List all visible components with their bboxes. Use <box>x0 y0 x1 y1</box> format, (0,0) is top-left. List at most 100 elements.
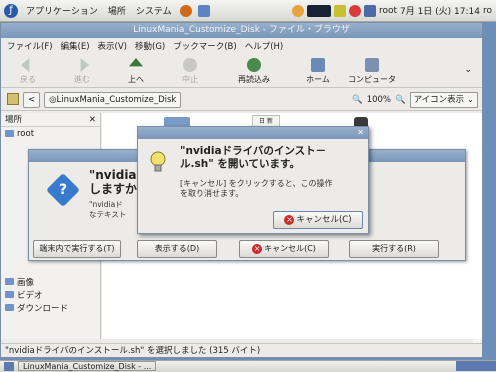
cancel-button[interactable]: × キャンセル(C) <box>273 211 363 229</box>
button-label: 実行する(R) <box>372 244 416 253</box>
clock[interactable]: 7月 1日 (火) 17:14 <box>400 4 480 17</box>
window-title: LinuxMania_Customize_Disk - ファイル・ブラウザ <box>133 25 350 35</box>
up-icon <box>129 58 143 67</box>
stop-icon <box>183 58 197 72</box>
home-label: ホーム <box>306 75 330 84</box>
file-icon-label: 日 新 <box>259 118 273 125</box>
window-titlebar[interactable]: LinuxMania_Customize_Disk - ファイル・ブラウザ <box>1 23 482 38</box>
taskbar-item[interactable]: LinuxMania_Customize_Disk - ... <box>18 361 157 371</box>
sidebar-item-pictures[interactable]: 画像 <box>1 275 34 288</box>
sidebar-header-label: 場所 <box>5 115 23 125</box>
back-button[interactable]: 戻る <box>1 58 55 85</box>
forward-button[interactable]: 進む <box>55 58 109 85</box>
dialog-titlebar[interactable]: ✕ <box>138 127 368 139</box>
cancel-button-label: キャンセル(C) <box>296 215 352 225</box>
menu-file[interactable]: ファイル(F) <box>7 40 53 52</box>
up-button[interactable]: 上へ <box>109 58 163 85</box>
back-icon <box>21 58 30 72</box>
menubar: ファイル(F) 編集(E) 表示(V) 移動(G) ブックマーク(B) ヘルプ(… <box>1 38 482 54</box>
status-text: "nvidiaドライバのインストール.sh" を選択しました (315 バイト) <box>5 346 261 356</box>
location-bar: < ◎LinuxMania_Customize_Disk 🔍 100% 🔍 アイ… <box>1 89 482 111</box>
menu-help[interactable]: ヘルプ(H) <box>245 40 284 52</box>
dialog-heading-line: "nvidia <box>89 168 137 182</box>
reload-label: 再読込み <box>238 75 270 84</box>
edit-location-icon[interactable] <box>7 93 19 105</box>
reload-button[interactable]: 再読込み <box>227 58 281 85</box>
menu-go[interactable]: 移動(G) <box>135 40 165 52</box>
sidebar-item-label: ビデオ <box>17 290 43 301</box>
breadcrumb-current[interactable]: ◎LinuxMania_Customize_Disk <box>44 91 182 108</box>
sidebar-item-label: ダウンロード <box>17 303 69 314</box>
dialog-body: [キャンセル] をクリックすると、この操作 を取り消せます。 <box>180 179 332 199</box>
sidebar-header[interactable]: 場所 ✕ <box>1 113 100 127</box>
zoom-in-icon[interactable]: 🔍 <box>395 95 406 105</box>
folder-icon <box>5 304 14 311</box>
update-notifier-icon[interactable] <box>348 4 361 17</box>
sidebar-item-label: 画像 <box>17 277 35 288</box>
menu-system[interactable]: システム <box>134 4 174 17</box>
view-mode-select[interactable]: アイコン表示 ⌄ <box>409 91 478 108</box>
menu-edit[interactable]: 編集(E) <box>61 40 90 52</box>
toolbar-overflow-chevron-icon[interactable]: ⌄ <box>464 65 472 75</box>
user-icon <box>363 4 376 17</box>
desktop-logo: iA <box>472 336 481 346</box>
stop-label: 中止 <box>182 75 198 84</box>
stop-button[interactable]: 中止 <box>163 58 217 85</box>
forward-label: 進む <box>74 75 90 84</box>
cancel-icon: × <box>252 243 263 254</box>
run-in-terminal-button[interactable]: 端末内で実行する(T) <box>33 240 121 258</box>
breadcrumb-left-arrow[interactable]: < <box>23 91 41 108</box>
up-label: 上へ <box>128 75 144 84</box>
clock-suffix: ro <box>482 5 492 16</box>
sidebar-item-root[interactable]: root <box>1 127 100 140</box>
dialog-heading: "nvidia しますか <box>89 168 137 196</box>
cancel-icon: × <box>284 214 295 225</box>
dialog-body-line: "nvidiaド <box>89 200 123 209</box>
show-desktop-icon[interactable] <box>4 362 14 371</box>
sidebar-item-label: root <box>17 128 35 139</box>
bottom-panel: LinuxMania_Customize_Disk - ... <box>0 360 496 372</box>
back-label: 戻る <box>20 75 36 84</box>
dialog-body-line: なテキスト <box>89 210 127 219</box>
menu-places[interactable]: 場所 <box>106 4 128 17</box>
question-mark-glyph: ? <box>58 182 68 198</box>
reload-icon <box>247 58 261 72</box>
display-button[interactable]: 表示する(D) <box>137 240 217 258</box>
workspace-switcher[interactable] <box>456 361 496 371</box>
menu-bookmarks[interactable]: ブックマーク(B) <box>173 40 236 52</box>
statusbar: "nvidiaドライバのインストール.sh" を選択しました (315 バイト) <box>1 343 482 357</box>
dialog-heading-line: "nvidiaドライバのインスト－ <box>180 145 327 157</box>
menu-applications[interactable]: アプリケーション <box>24 4 100 17</box>
close-icon[interactable]: ✕ <box>357 127 364 139</box>
lightbulb-icon <box>150 151 166 172</box>
run-button[interactable]: 実行する(R) <box>349 240 439 258</box>
gnome-foot-icon[interactable]: ƒ <box>4 3 18 18</box>
zoom-out-icon[interactable]: 🔍 <box>352 95 363 105</box>
menu-view[interactable]: 表示(V) <box>98 40 127 52</box>
zoom-level: 100% <box>366 94 391 105</box>
sidebar-item-videos[interactable]: ビデオ <box>1 288 43 301</box>
dialog-heading: "nvidiaドライバのインスト－ ル.sh" を開いています。 <box>180 145 326 171</box>
dialog-body-line: を取り消せます。 <box>180 189 244 198</box>
computer-icon <box>365 58 379 72</box>
home-icon <box>311 58 325 72</box>
terminal-icon[interactable] <box>306 4 331 17</box>
sidebar-item-downloads[interactable]: ダウンロード <box>1 301 68 314</box>
firefox-launcher-icon[interactable] <box>179 4 192 17</box>
dialog-heading-line: ル.sh" を開いています。 <box>180 158 300 170</box>
cancel-button-behind[interactable]: × キャンセル(C) <box>239 240 329 258</box>
opening-progress-dialog: ✕ "nvidiaドライバのインスト－ ル.sh" を開いています。 [キャンセ… <box>137 126 369 234</box>
dialog-body-line: [キャンセル] をクリックすると、この操作 <box>180 179 333 188</box>
toolbar: 戻る 進む 上へ 中止 再読込み ホーム コンピュータ ⌄ <box>1 54 482 88</box>
home-button[interactable]: ホーム <box>291 58 345 85</box>
sidebar-close-icon[interactable]: ✕ <box>89 113 96 126</box>
network-icon[interactable] <box>291 4 304 17</box>
email-launcher-icon[interactable] <box>197 4 210 17</box>
username-label: root <box>378 5 397 16</box>
taskbar-item-label: LinuxMania_Customize_Disk - ... <box>23 362 152 371</box>
button-label: キャンセル(C) <box>264 244 316 253</box>
computer-button[interactable]: コンピュータ <box>345 58 399 85</box>
dialog-body: "nvidiaド なテキスト <box>89 200 126 220</box>
view-mode-label: アイコン表示 <box>413 94 465 105</box>
notes-icon[interactable] <box>333 4 346 17</box>
